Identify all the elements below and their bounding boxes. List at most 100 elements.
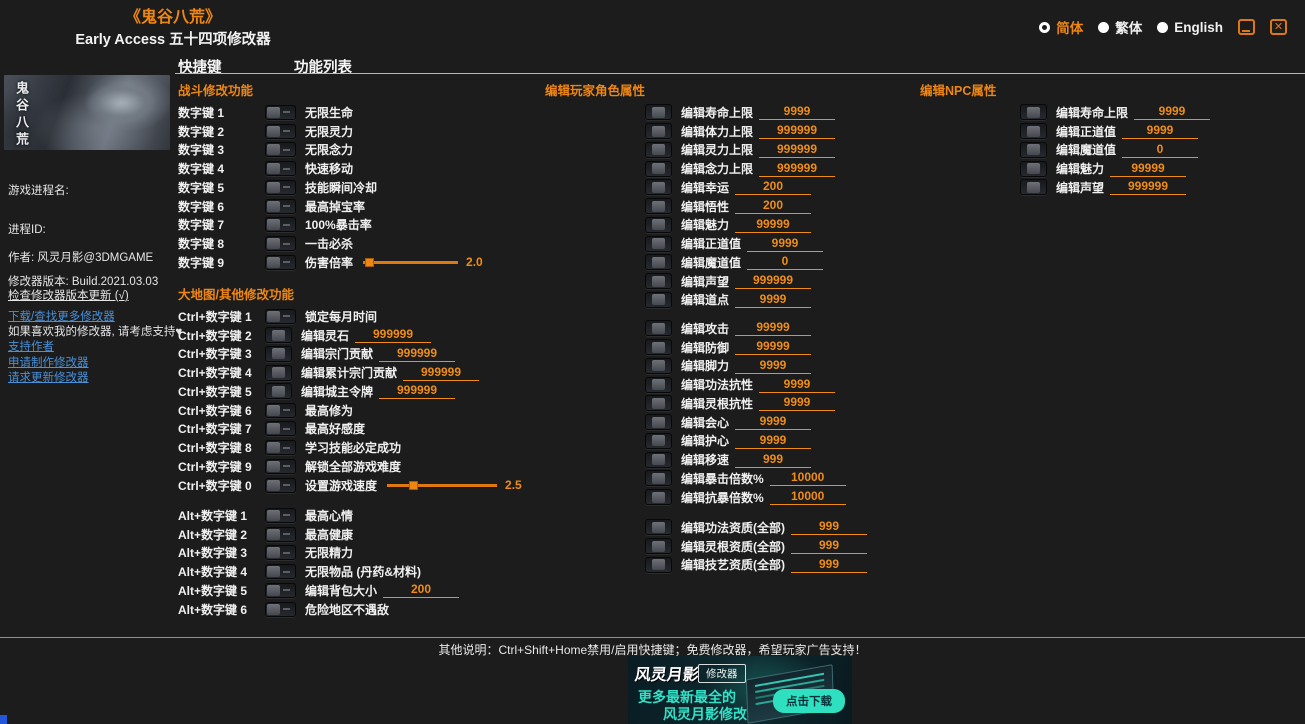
edit-button[interactable] (265, 346, 292, 362)
toggle-switch[interactable] (265, 583, 296, 598)
value-input[interactable]: 9999 (1122, 123, 1198, 139)
request-update-link[interactable]: 请求更新修改器 (8, 369, 89, 385)
value-input[interactable]: 99999 (1110, 161, 1186, 177)
edit-button[interactable] (645, 198, 672, 214)
value-input[interactable]: 999999 (379, 346, 455, 362)
request-trainer-link[interactable]: 申请制作修改器 (8, 354, 89, 370)
value-input[interactable]: 999999 (355, 327, 431, 343)
edit-button[interactable] (1020, 179, 1047, 195)
edit-button[interactable] (645, 470, 672, 486)
edit-button[interactable] (645, 161, 672, 177)
edit-button[interactable] (1020, 142, 1047, 158)
toggle-switch[interactable] (265, 545, 296, 560)
value-input[interactable]: 999999 (759, 142, 835, 158)
edit-button[interactable] (645, 339, 672, 355)
value-input[interactable]: 9999 (759, 377, 835, 393)
value-input[interactable]: 999 (735, 452, 811, 468)
edit-button[interactable] (645, 395, 672, 411)
edit-button[interactable] (645, 452, 672, 468)
value-input[interactable]: 9999 (1134, 104, 1210, 120)
check-update-link[interactable]: 检查修改器版本更新 (√) (8, 287, 129, 303)
toggle-switch[interactable] (265, 459, 296, 474)
toggle-switch[interactable] (265, 508, 296, 523)
value-input[interactable]: 9999 (735, 433, 811, 449)
value-input[interactable]: 999999 (759, 123, 835, 139)
edit-button[interactable] (645, 433, 672, 449)
language-option-simplified[interactable]: 简体 (1039, 17, 1083, 37)
toggle-switch[interactable] (265, 161, 296, 176)
value-input[interactable]: 999999 (379, 383, 455, 399)
toggle-switch[interactable] (265, 527, 296, 542)
toggle-switch[interactable] (265, 255, 296, 270)
edit-button[interactable] (645, 123, 672, 139)
toggle-switch[interactable] (265, 236, 296, 251)
close-button[interactable] (1270, 19, 1287, 35)
toggle-switch[interactable] (265, 105, 296, 120)
value-input[interactable]: 9999 (759, 395, 835, 411)
value-input[interactable]: 0 (747, 254, 823, 270)
value-input[interactable]: 9999 (759, 104, 835, 120)
value-input[interactable]: 200 (735, 179, 811, 195)
ad-banner[interactable]: 风灵月影 修改器 更多最新最全的 风灵月影修改器 点击下载 (628, 656, 852, 724)
edit-button[interactable] (645, 538, 672, 554)
toggle-switch[interactable] (265, 564, 296, 579)
ad-download-button[interactable]: 点击下载 (773, 689, 845, 713)
value-input[interactable]: 200 (383, 582, 459, 598)
value-input[interactable]: 9999 (735, 292, 811, 308)
edit-button[interactable] (645, 489, 672, 505)
value-input[interactable]: 200 (735, 198, 811, 214)
download-more-link[interactable]: 下载/查找更多修改器 (8, 308, 115, 324)
edit-button[interactable] (645, 217, 672, 233)
edit-button[interactable] (1020, 123, 1047, 139)
slider-handle[interactable] (365, 258, 374, 267)
toggle-switch[interactable] (265, 403, 296, 418)
value-input[interactable]: 10000 (770, 470, 846, 486)
value-input[interactable]: 9999 (735, 414, 811, 430)
support-author-link[interactable]: 支持作者 (8, 338, 54, 354)
slider-handle[interactable] (409, 481, 418, 490)
edit-button[interactable] (645, 377, 672, 393)
slider[interactable] (363, 258, 458, 267)
edit-button[interactable] (645, 142, 672, 158)
edit-button[interactable] (1020, 161, 1047, 177)
toggle-switch[interactable] (265, 142, 296, 157)
edit-button[interactable] (265, 365, 292, 381)
toggle-switch[interactable] (265, 421, 296, 436)
value-input[interactable]: 9999 (747, 236, 823, 252)
value-input[interactable]: 10000 (770, 489, 846, 505)
value-input[interactable]: 99999 (735, 339, 811, 355)
toggle-switch[interactable] (265, 440, 296, 455)
value-input[interactable]: 999 (791, 519, 867, 535)
edit-button[interactable] (645, 292, 672, 308)
toggle-switch[interactable] (265, 602, 296, 617)
language-option-english[interactable]: English (1157, 20, 1223, 35)
edit-button[interactable] (645, 414, 672, 430)
toggle-switch[interactable] (265, 217, 296, 232)
value-input[interactable]: 0 (1122, 142, 1198, 158)
slider[interactable] (387, 481, 497, 490)
value-input[interactable]: 999 (791, 557, 867, 573)
minimize-button[interactable] (1238, 19, 1255, 35)
edit-button[interactable] (645, 320, 672, 336)
edit-button[interactable] (645, 273, 672, 289)
edit-button[interactable] (645, 358, 672, 374)
edit-button[interactable] (645, 179, 672, 195)
edit-button[interactable] (645, 557, 672, 573)
value-input[interactable]: 999999 (1110, 179, 1186, 195)
edit-button[interactable] (1020, 104, 1047, 120)
edit-button[interactable] (645, 104, 672, 120)
toggle-switch[interactable] (265, 199, 296, 214)
edit-button[interactable] (645, 519, 672, 535)
toggle-switch[interactable] (265, 180, 296, 195)
value-input[interactable]: 99999 (735, 320, 811, 336)
toggle-switch[interactable] (265, 309, 296, 324)
edit-button[interactable] (265, 383, 292, 399)
value-input[interactable]: 999999 (735, 273, 811, 289)
edit-button[interactable] (265, 327, 292, 343)
value-input[interactable]: 999 (791, 538, 867, 554)
value-input[interactable]: 9999 (735, 358, 811, 374)
value-input[interactable]: 999999 (759, 161, 835, 177)
value-input[interactable]: 999999 (403, 365, 479, 381)
value-input[interactable]: 99999 (735, 217, 811, 233)
edit-button[interactable] (645, 236, 672, 252)
